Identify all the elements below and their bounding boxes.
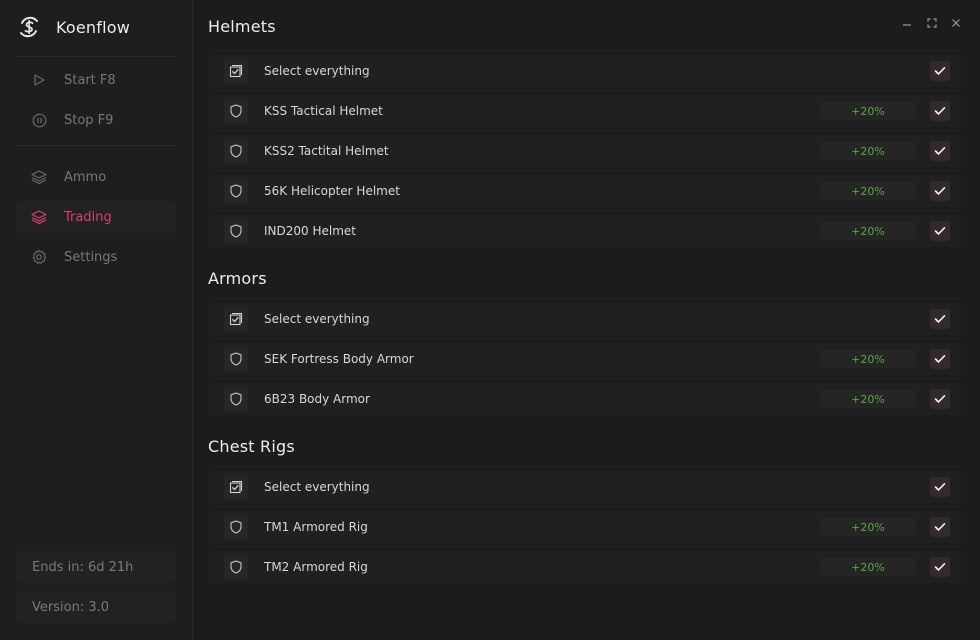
shield-icon [224,139,248,163]
bonus-badge: +20% [820,350,916,368]
select-all-row[interactable]: Select everything [208,471,961,503]
nav-start-label: Start F8 [64,72,116,88]
checkmark-icon[interactable] [930,101,950,121]
item-label: 56K Helicopter Helmet [264,184,400,198]
section-title: Helmets [208,17,276,36]
shield-icon [224,179,248,203]
nav-stop[interactable]: Stop F9 [16,104,176,136]
checkbox-icon [224,59,248,83]
item-label: IND200 Helmet [264,224,356,238]
item-row[interactable]: SEK Fortress Body Armor +20% [208,343,961,375]
nav-ammo-label: Ammo [64,169,107,185]
pause-icon [31,112,47,128]
shield-icon [224,219,248,243]
shield-icon [224,515,248,539]
main-panel: Helmets Select everything KSS Tactical Hel… [194,0,980,640]
checkmark-icon[interactable] [930,349,950,369]
bonus-badge: +20% [820,102,916,120]
checkmark-icon[interactable] [930,517,950,537]
item-label: KSS Tactical Helmet [264,104,383,118]
item-row[interactable]: KSS2 Tactital Helmet +20% [208,135,961,167]
item-label: KSS2 Tactital Helmet [264,144,389,158]
section-title: Armors [208,269,267,288]
nav-trading[interactable]: Trading [16,201,176,233]
layers-icon [31,169,47,185]
bonus-badge: +20% [820,390,916,408]
item-label: TM2 Armored Rig [264,560,368,574]
checkmark-icon[interactable] [930,61,950,81]
item-label: 6B23 Body Armor [264,392,370,406]
item-row[interactable]: 56K Helicopter Helmet +20% [208,175,961,207]
shield-icon [224,555,248,579]
nav-settings[interactable]: Settings [16,241,176,273]
select-all-label: Select everything [264,480,370,494]
layers-icon [31,209,47,225]
dollar-swirl-icon [16,14,42,40]
divider [16,145,176,146]
select-all-label: Select everything [264,312,370,326]
version-label: Version: 3.0 [16,591,176,623]
shield-icon [224,347,248,371]
app-title: Koenflow [56,17,131,37]
shield-icon [224,99,248,123]
item-label: SEK Fortress Body Armor [264,352,414,366]
nav-start[interactable]: Start F8 [16,64,176,96]
checkmark-icon[interactable] [930,477,950,497]
bonus-badge: +20% [820,142,916,160]
select-all-row[interactable]: Select everything [208,55,961,87]
divider [16,56,176,57]
checkmark-icon[interactable] [930,221,950,241]
gear-icon [31,249,47,265]
minimize-icon[interactable] [900,16,914,30]
item-row[interactable]: 6B23 Body Armor +20% [208,383,961,415]
checkbox-icon [224,475,248,499]
nav-trading-label: Trading [64,209,112,225]
bonus-badge: +20% [820,222,916,240]
select-all-label: Select everything [264,64,370,78]
checkmark-icon[interactable] [930,389,950,409]
section-title: Chest Rigs [208,437,295,456]
nav-ammo[interactable]: Ammo [16,161,176,193]
nav-settings-label: Settings [64,249,118,265]
item-row[interactable]: TM2 Armored Rig +20% [208,551,961,583]
item-row[interactable]: KSS Tactical Helmet +20% [208,95,961,127]
checkmark-icon[interactable] [930,141,950,161]
bonus-badge: +20% [820,558,916,576]
item-label: TM1 Armored Rig [264,520,368,534]
ends-in-label: Ends in: 6d 21h [16,551,176,583]
select-all-row[interactable]: Select everything [208,303,961,335]
checkmark-icon[interactable] [930,309,950,329]
checkmark-icon[interactable] [930,557,950,577]
checkmark-icon[interactable] [930,181,950,201]
play-icon [31,72,47,88]
sidebar: Koenflow Start F8 Stop F9 Ammo Trading S… [0,0,193,640]
nav-stop-label: Stop F9 [64,112,114,128]
bonus-badge: +20% [820,182,916,200]
brand: Koenflow [16,14,130,40]
shield-icon [224,387,248,411]
close-icon[interactable] [949,16,963,30]
maximize-icon[interactable] [925,16,939,30]
item-row[interactable]: IND200 Helmet +20% [208,215,961,247]
item-row[interactable]: TM1 Armored Rig +20% [208,511,961,543]
checkbox-icon [224,307,248,331]
bonus-badge: +20% [820,518,916,536]
